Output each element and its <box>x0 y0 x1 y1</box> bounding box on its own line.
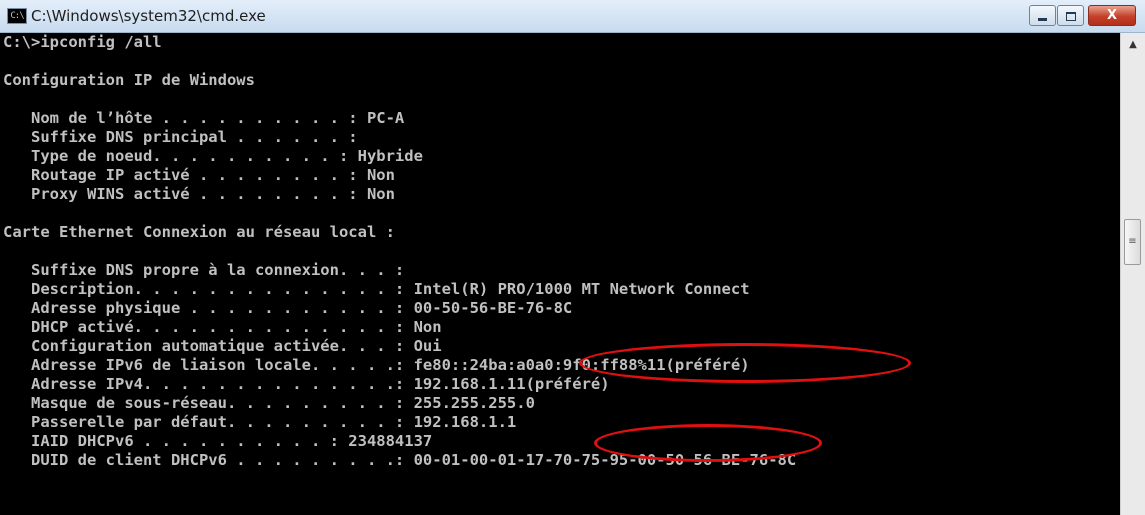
minimize-icon <box>1038 17 1047 21</box>
console-line: Type de noeud. . . . . . . . . . : Hybri… <box>3 147 423 165</box>
highlight-ellipse-mac <box>579 343 911 383</box>
console-line: Passerelle par défaut. . . . . . . . . :… <box>3 413 517 431</box>
console-line: Suffixe DNS propre à la connexion. . . : <box>3 261 405 279</box>
title-bar[interactable]: C:\ C:\Windows\system32\cmd.exe X <box>0 0 1145 33</box>
minimize-button[interactable] <box>1029 5 1056 26</box>
window-title: C:\Windows\system32\cmd.exe <box>31 7 266 25</box>
close-button[interactable]: X <box>1088 5 1136 26</box>
console-line: Masque de sous-réseau. . . . . . . . . :… <box>3 394 535 412</box>
cmd-window: C:\ C:\Windows\system32\cmd.exe X C:\>ip… <box>0 0 1145 515</box>
console-line: Configuration IP de Windows <box>3 71 255 89</box>
scroll-thumb[interactable]: ≡ <box>1124 219 1141 265</box>
console-line: Adresse IPv4. . . . . . . . . . . . . .:… <box>3 375 610 393</box>
console-line: DHCP activé. . . . . . . . . . . . . . :… <box>3 318 442 336</box>
console-line: IAID DHCPv6 . . . . . . . . . . : 234884… <box>3 432 433 450</box>
console-line: Routage IP activé . . . . . . . . : Non <box>3 166 395 184</box>
maximize-icon <box>1065 11 1076 21</box>
maximize-button[interactable] <box>1057 5 1084 26</box>
console-line: C:\>ipconfig /all <box>3 33 162 51</box>
console-line: Adresse physique . . . . . . . . . . . :… <box>3 299 573 317</box>
console-line: Carte Ethernet Connexion au réseau local… <box>3 223 395 241</box>
scroll-up-arrow-icon[interactable]: ▲ <box>1125 37 1141 53</box>
cmd-icon[interactable]: C:\ <box>7 8 27 24</box>
console-line: Proxy WINS activé . . . . . . . . : Non <box>3 185 395 203</box>
highlight-ellipse-ipv4 <box>594 424 822 462</box>
console-line: Description. . . . . . . . . . . . . . :… <box>3 280 750 298</box>
console-line: Nom de l’hôte . . . . . . . . . . : PC-A <box>3 109 405 127</box>
vertical-scrollbar[interactable]: ▲ ≡ <box>1120 33 1145 515</box>
console-output[interactable]: C:\>ipconfig /all Configuration IP de Wi… <box>0 33 1120 515</box>
close-icon: X <box>1106 8 1118 23</box>
console-line: Configuration automatique activée. . . :… <box>3 337 442 355</box>
console-line: Suffixe DNS principal . . . . . . : <box>3 128 358 146</box>
